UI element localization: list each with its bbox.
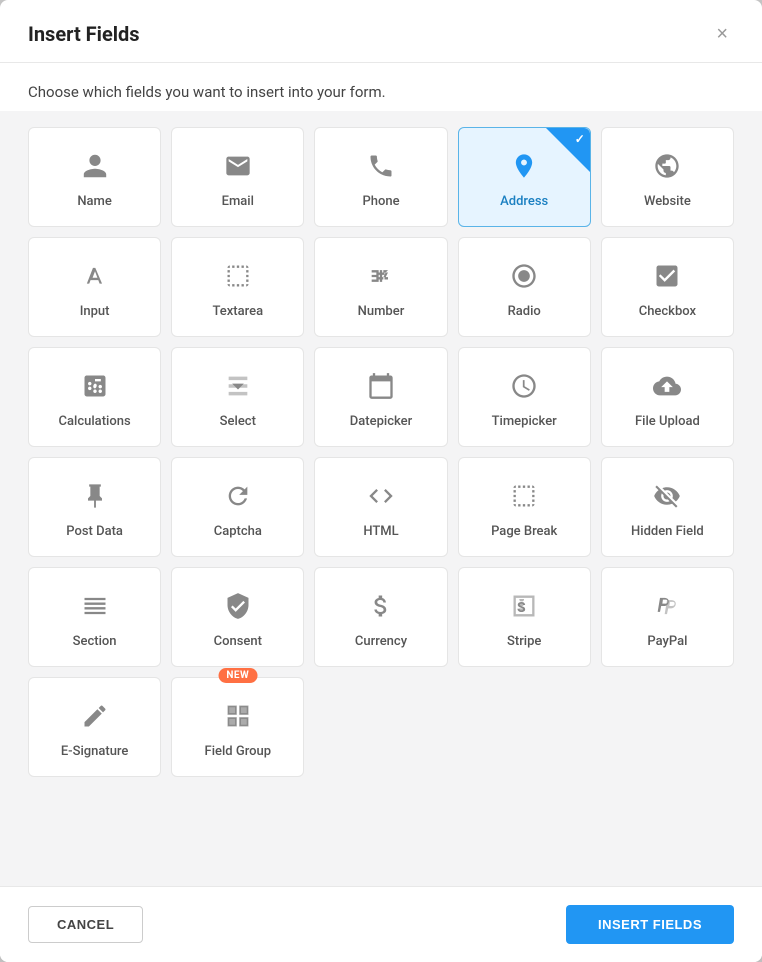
field-item-captcha[interactable]: Captcha (171, 457, 304, 557)
field-item-radio[interactable]: Radio (458, 237, 591, 337)
calculations-icon (81, 372, 109, 414)
checkbox-icon (653, 262, 681, 304)
field-item-currency[interactable]: Currency (314, 567, 447, 667)
modal-footer: CANCEL INSERT FIELDS (0, 886, 762, 962)
close-button[interactable]: × (710, 22, 734, 46)
field-item-textarea[interactable]: Textarea (171, 237, 304, 337)
pagebreak-label: Page Break (491, 524, 557, 539)
field-item-datepicker[interactable]: Datepicker (314, 347, 447, 447)
fields-grid: Name Email Phone Address Website Input Textare… (28, 127, 734, 777)
hiddenfield-label: Hidden Field (631, 524, 704, 539)
checkbox-label: Checkbox (639, 304, 696, 319)
radio-icon (510, 262, 538, 304)
website-icon (653, 152, 681, 194)
section-icon (81, 592, 109, 634)
field-item-number[interactable]: Number (314, 237, 447, 337)
field-item-paypal[interactable]: PayPal (601, 567, 734, 667)
timepicker-icon (510, 372, 538, 414)
modal-subtitle: Choose which fields you want to insert i… (0, 63, 762, 111)
field-item-website[interactable]: Website (601, 127, 734, 227)
paypal-label: PayPal (647, 634, 687, 649)
field-item-fieldgroup[interactable]: NEWField Group (171, 677, 304, 777)
esignature-label: E-Signature (61, 744, 129, 759)
modal-title: Insert Fields (28, 22, 140, 46)
stripe-icon: S (510, 592, 538, 634)
textarea-label: Textarea (212, 304, 263, 319)
consent-label: Consent (214, 634, 262, 649)
fileupload-label: File Upload (635, 414, 700, 429)
phone-label: Phone (362, 194, 399, 209)
section-label: Section (73, 634, 117, 649)
esignature-icon (81, 702, 109, 744)
address-label: Address (500, 194, 548, 209)
select-icon (224, 372, 252, 414)
cancel-button[interactable]: CANCEL (28, 906, 143, 943)
email-label: Email (222, 194, 254, 209)
phone-icon (367, 152, 395, 194)
modal-body: Name Email Phone Address Website Input Textare… (0, 111, 762, 886)
html-label: HTML (363, 524, 398, 539)
field-item-timepicker[interactable]: Timepicker (458, 347, 591, 447)
field-item-calculations[interactable]: Calculations (28, 347, 161, 447)
datepicker-label: Datepicker (350, 414, 412, 429)
timepicker-label: Timepicker (492, 414, 557, 429)
fileupload-icon (653, 372, 681, 414)
field-item-html[interactable]: HTML (314, 457, 447, 557)
field-item-postdata[interactable]: Post Data (28, 457, 161, 557)
field-item-input[interactable]: Input (28, 237, 161, 337)
captcha-label: Captcha (214, 524, 262, 539)
html-icon (367, 482, 395, 524)
svg-text:S: S (517, 599, 526, 615)
modal-header: Insert Fields × (0, 0, 762, 63)
calculations-label: Calculations (59, 414, 131, 429)
field-item-checkbox[interactable]: Checkbox (601, 237, 734, 337)
address-icon (510, 152, 538, 194)
field-item-phone[interactable]: Phone (314, 127, 447, 227)
paypal-icon (653, 592, 681, 634)
field-item-consent[interactable]: Consent (171, 567, 304, 667)
currency-label: Currency (355, 634, 407, 649)
name-icon (81, 152, 109, 194)
field-item-fileupload[interactable]: File Upload (601, 347, 734, 447)
field-item-stripe[interactable]: S Stripe (458, 567, 591, 667)
stripe-label: Stripe (507, 634, 541, 649)
fieldgroup-label: Field Group (205, 744, 272, 759)
field-item-pagebreak[interactable]: Page Break (458, 457, 591, 557)
field-item-hiddenfield[interactable]: Hidden Field (601, 457, 734, 557)
captcha-icon (224, 482, 252, 524)
datepicker-icon (367, 372, 395, 414)
insert-fields-button[interactable]: INSERT FIELDS (566, 905, 734, 944)
field-item-email[interactable]: Email (171, 127, 304, 227)
postdata-label: Post Data (66, 524, 123, 539)
currency-icon (367, 592, 395, 634)
select-label: Select (220, 414, 256, 429)
name-label: Name (77, 194, 112, 209)
field-item-name[interactable]: Name (28, 127, 161, 227)
postdata-icon (81, 482, 109, 524)
field-item-address[interactable]: Address (458, 127, 591, 227)
number-label: Number (358, 304, 405, 319)
radio-label: Radio (508, 304, 541, 319)
number-icon (367, 262, 395, 304)
hiddenfield-icon (653, 482, 681, 524)
insert-fields-modal: Insert Fields × Choose which fields you … (0, 0, 762, 962)
email-icon (224, 152, 252, 194)
field-item-select[interactable]: Select (171, 347, 304, 447)
input-label: Input (80, 304, 110, 319)
field-item-section[interactable]: Section (28, 567, 161, 667)
fieldgroup-icon (224, 702, 252, 744)
pagebreak-icon (510, 482, 538, 524)
website-label: Website (644, 194, 691, 209)
input-icon (81, 262, 109, 304)
new-badge: NEW (218, 668, 257, 683)
field-item-esignature[interactable]: E-Signature (28, 677, 161, 777)
textarea-icon (224, 262, 252, 304)
consent-icon (224, 592, 252, 634)
